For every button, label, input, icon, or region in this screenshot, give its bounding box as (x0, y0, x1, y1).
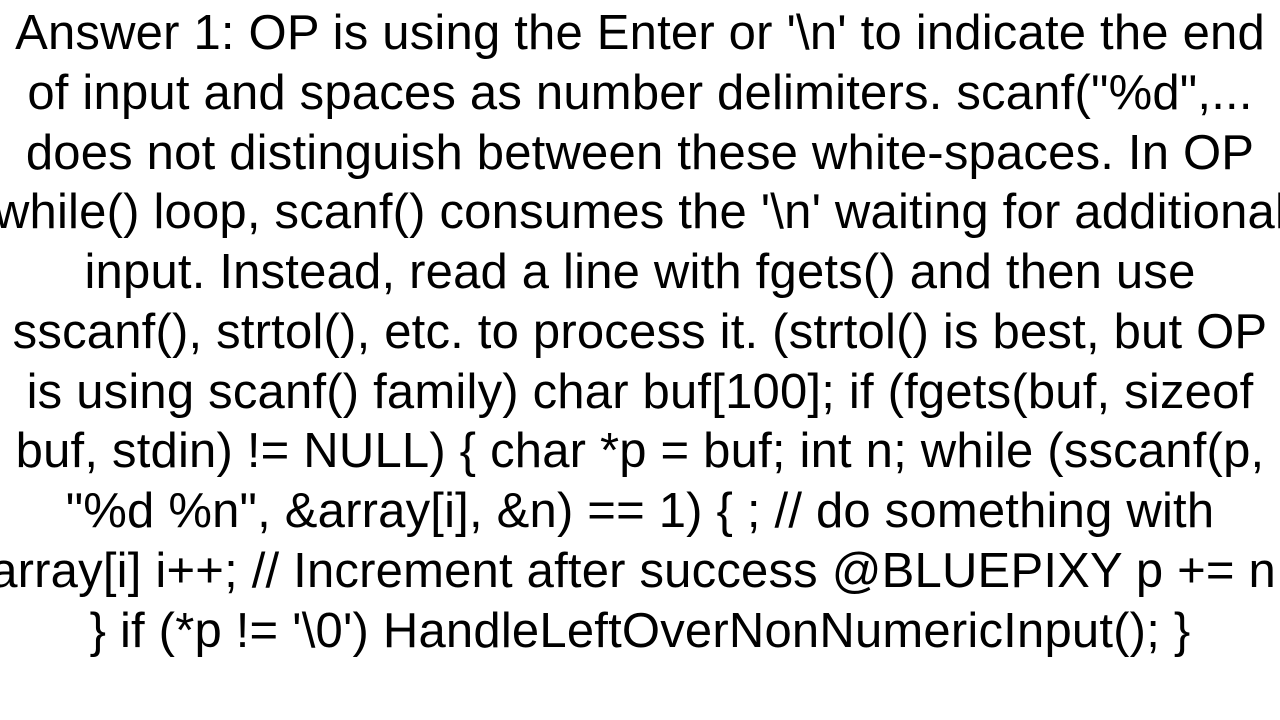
answer-text: Answer 1: OP is using the Enter or '\n' … (0, 0, 1280, 661)
document-content: Answer 1: OP is using the Enter or '\n' … (0, 0, 1280, 720)
